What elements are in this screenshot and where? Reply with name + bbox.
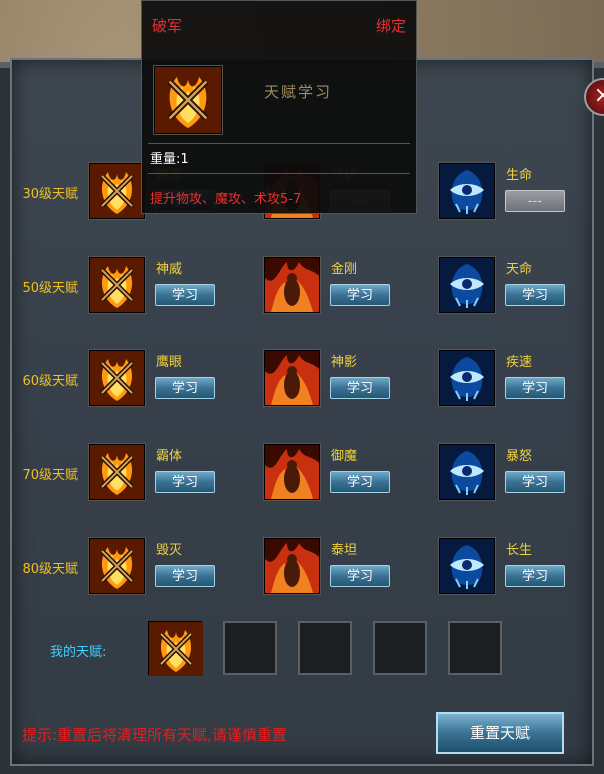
talent-name: 泰坦 — [331, 543, 358, 558]
row-label: 60级天赋 — [22, 374, 78, 389]
learn-talent-button[interactable]: 学习 — [505, 565, 565, 587]
reset-warning-tip: 提示:重置后将清理所有天赋,请谨慎重置 — [22, 726, 287, 744]
my-talents-label: 我的天赋: — [50, 645, 107, 660]
tooltip-divider — [148, 143, 410, 144]
tooltip-heading: 天赋学习 — [264, 83, 333, 101]
learn-talent-button[interactable]: --- — [505, 190, 565, 212]
tooltip-divider — [148, 173, 410, 174]
talent-tooltip: 破军 绑定 天赋学习 重量:1 提升物攻、魔攻、术攻5-7 — [141, 0, 417, 214]
learn-talent-button[interactable]: 学习 — [155, 284, 215, 306]
learn-talent-button[interactable]: 学习 — [505, 284, 565, 306]
blue-eye-icon[interactable] — [439, 538, 495, 594]
tooltip-title: 破军 — [152, 17, 183, 35]
axe-fire-icon[interactable] — [89, 444, 145, 500]
talent-name: 毁灭 — [156, 543, 183, 558]
axe-fire-icon[interactable] — [89, 350, 145, 406]
talent-name: 暴怒 — [506, 449, 533, 464]
axe-fire-icon[interactable] — [89, 257, 145, 313]
my-talent-slot[interactable] — [373, 621, 427, 675]
learn-talent-button[interactable]: 学习 — [155, 565, 215, 587]
learn-talent-button[interactable]: 学习 — [330, 284, 390, 306]
row-label: 50级天赋 — [22, 281, 78, 296]
axe-fire-icon[interactable] — [89, 163, 145, 219]
talent-name: 神影 — [331, 355, 358, 370]
talent-name: 疾速 — [506, 355, 533, 370]
talent-name: 御魔 — [331, 449, 358, 464]
row-label: 80级天赋 — [22, 562, 78, 577]
talent-name: 天命 — [506, 262, 533, 277]
blue-eye-icon[interactable] — [439, 163, 495, 219]
learn-talent-button[interactable]: 学习 — [330, 471, 390, 493]
reset-talents-button[interactable]: 重置天赋 — [436, 712, 564, 754]
talent-name: 神威 — [156, 262, 183, 277]
tooltip-description: 提升物攻、魔攻、术攻5-7 — [150, 192, 302, 207]
my-talent-slot[interactable] — [298, 621, 352, 675]
flame-man-icon[interactable] — [264, 444, 320, 500]
tooltip-bind-status: 绑定 — [375, 17, 406, 35]
flame-man-icon[interactable] — [264, 350, 320, 406]
blue-eye-icon[interactable] — [439, 257, 495, 313]
talent-name: 霸体 — [156, 449, 183, 464]
row-label: 30级天赋 — [22, 187, 78, 202]
learn-talent-button[interactable]: 学习 — [155, 377, 215, 399]
talent-name: 生命 — [506, 168, 533, 183]
axe-fire-icon[interactable] — [89, 538, 145, 594]
learn-talent-button[interactable]: 学习 — [505, 471, 565, 493]
row-label: 70级天赋 — [22, 468, 78, 483]
flame-man-icon[interactable] — [264, 257, 320, 313]
my-talent-slot[interactable] — [223, 621, 277, 675]
my-talent-slot[interactable] — [448, 621, 502, 675]
blue-eye-icon[interactable] — [439, 444, 495, 500]
learn-talent-button[interactable]: 学习 — [330, 377, 390, 399]
tooltip-weight-label: 重量: — [150, 152, 181, 167]
tooltip-weight: 重量:1 — [150, 148, 189, 167]
tooltip-weight-value: 1 — [180, 152, 189, 167]
learn-talent-button[interactable]: 学习 — [505, 377, 565, 399]
talent-name: 长生 — [506, 543, 533, 558]
tooltip-axe-fire-icon — [154, 66, 222, 134]
flame-man-icon[interactable] — [264, 538, 320, 594]
talent-name: 金刚 — [331, 262, 358, 277]
my-talent-slot[interactable] — [148, 621, 203, 676]
learn-talent-button[interactable]: 学习 — [330, 565, 390, 587]
blue-eye-icon[interactable] — [439, 350, 495, 406]
talent-name: 鹰眼 — [156, 355, 183, 370]
learn-talent-button[interactable]: 学习 — [155, 471, 215, 493]
